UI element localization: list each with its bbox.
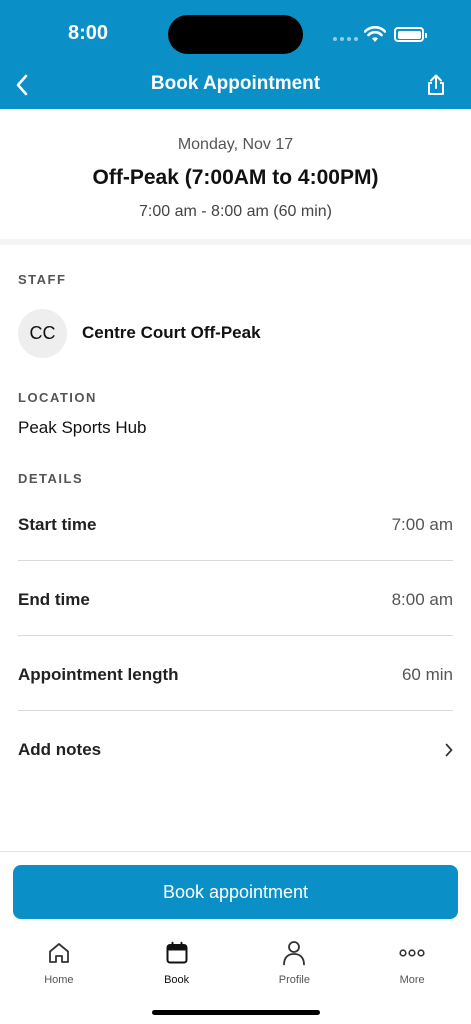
person-icon: [283, 941, 306, 966]
tab-bar: Home Book Profile More: [0, 930, 471, 994]
location-name: Peak Sports Hub: [18, 418, 147, 437]
tab-book[interactable]: Book: [118, 930, 236, 994]
tab-label: Profile: [278, 974, 310, 986]
page-title: Book Appointment: [150, 73, 321, 94]
staff-name: Centre Court Off-Peak: [82, 323, 261, 342]
add-notes-row[interactable]: Add notes: [18, 712, 453, 787]
wifi-icon: [364, 26, 386, 42]
detail-label: Appointment length: [18, 664, 179, 684]
detail-value: 7:00 am: [391, 514, 453, 534]
staff-avatar: CC: [18, 309, 67, 358]
detail-label: Start time: [18, 514, 97, 534]
appointment-title: Off-Peak (7:00AM to 4:00PM): [92, 166, 379, 189]
share-button[interactable]: [422, 70, 450, 100]
tab-profile[interactable]: Profile: [236, 930, 354, 994]
battery-icon: [394, 27, 427, 42]
status-time: 8:00: [68, 22, 109, 44]
divider: [18, 635, 453, 636]
tab-label: Home: [44, 974, 74, 986]
staff-section-label: STAFF: [18, 272, 67, 287]
divider: [18, 710, 453, 711]
detail-label: End time: [18, 589, 90, 609]
book-appointment-button[interactable]: Book appointment: [13, 865, 458, 919]
tab-more[interactable]: More: [353, 930, 471, 994]
share-icon: [428, 74, 444, 95]
footer-divider: [0, 851, 471, 852]
tab-label: Book: [164, 974, 190, 986]
calendar-icon: [166, 941, 188, 964]
signal-dots-icon: [333, 37, 358, 41]
appointment-date: Monday, Nov 17: [177, 136, 294, 153]
appointment-time-range: 7:00 am - 8:00 am (60 min): [139, 203, 332, 220]
more-icon: [399, 949, 425, 957]
add-notes-label: Add notes: [18, 739, 102, 759]
details-section-label: DETAILS: [18, 471, 84, 486]
home-icon: [48, 943, 69, 963]
dynamic-island: [168, 15, 303, 54]
detail-row-start-time: Start time 7:00 am: [18, 487, 453, 562]
appointment-summary: Monday, Nov 17 Off-Peak (7:00AM to 4:00P…: [0, 109, 471, 242]
detail-row-end-time: End time 8:00 am: [18, 562, 453, 637]
tab-home[interactable]: Home: [0, 930, 118, 994]
detail-value: 8:00 am: [391, 589, 453, 609]
app-header: 8:00 Book Appointment: [0, 0, 471, 109]
section-separator: [0, 239, 471, 245]
chevron-right-icon: [445, 743, 453, 756]
detail-row-appointment-length: Appointment length 60 min: [18, 637, 453, 712]
location-section-label: LOCATION: [18, 390, 97, 405]
divider: [18, 560, 453, 561]
home-indicator: [152, 1010, 320, 1015]
tab-label: More: [399, 974, 425, 986]
detail-value: 60 min: [401, 664, 453, 684]
